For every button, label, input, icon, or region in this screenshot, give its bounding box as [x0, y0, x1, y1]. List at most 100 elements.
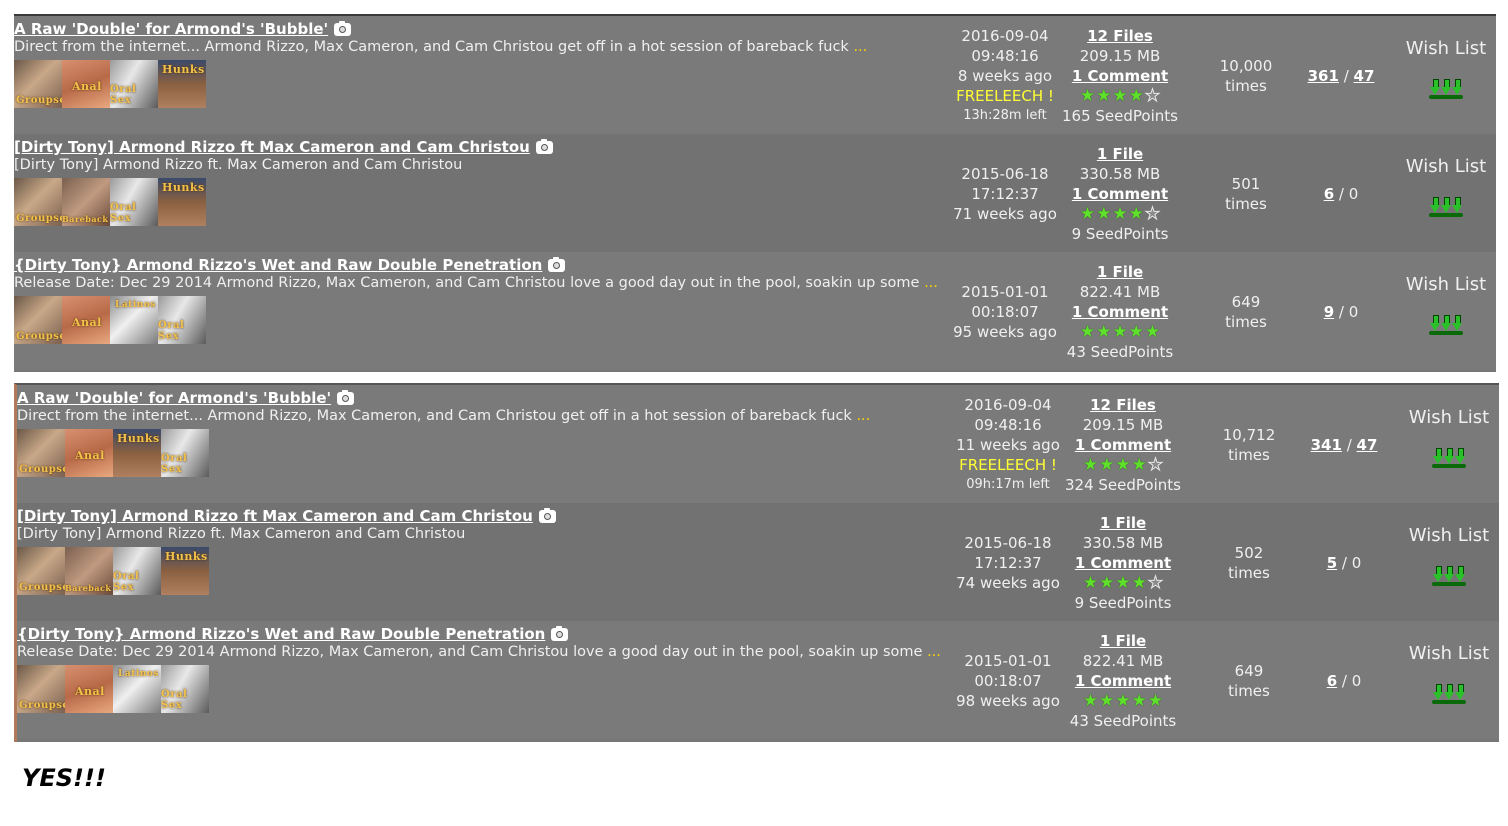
camera-icon[interactable]: [337, 390, 355, 405]
download-icon[interactable]: [1429, 77, 1463, 99]
comments-link[interactable]: 1 Comment: [1064, 671, 1182, 691]
camera-icon[interactable]: [548, 257, 566, 272]
oral-sex-tag-icon[interactable]: Oral Sex: [113, 547, 161, 595]
torrent-title-link[interactable]: {Dirty Tony} Armond Rizzo's Wet and Raw …: [17, 625, 545, 643]
freeleech-time-left: 09h:17m left: [966, 477, 1050, 492]
rating-stars: ★ ★ ★ ★ ★: [1061, 204, 1179, 225]
star-icon: ★: [1079, 86, 1096, 106]
upload-age: 8 weeks ago: [957, 67, 1053, 85]
snatched-unit: times: [1225, 195, 1267, 213]
tag-label: Groupsex: [16, 331, 62, 342]
seedpoints: 43 SeedPoints: [1066, 343, 1174, 361]
snatched-number: 10,000: [1219, 57, 1273, 75]
torrent-title-link[interactable]: [Dirty Tony] Armond Rizzo ft Max Cameron…: [14, 138, 530, 156]
hunks-tag-icon[interactable]: Hunks: [158, 60, 206, 108]
hunks-tag-icon[interactable]: Hunks: [158, 178, 206, 226]
hunks-tag-icon[interactable]: Hunks: [161, 547, 209, 595]
leechers-link[interactable]: 47: [1357, 436, 1378, 454]
star-icon: ★: [1099, 455, 1115, 475]
oral-sex-tag-icon[interactable]: Oral Sex: [110, 178, 158, 226]
download-icon[interactable]: [1432, 564, 1466, 586]
upload-time: 00:18:07: [971, 303, 1039, 321]
seeders-link[interactable]: 6: [1324, 185, 1334, 203]
download-icon[interactable]: [1432, 682, 1466, 704]
upload-time: 09:48:16: [974, 416, 1042, 434]
wishlist-button[interactable]: Wish List: [1386, 274, 1506, 295]
seeders-link[interactable]: 9: [1324, 303, 1334, 321]
groupsex-tag-icon[interactable]: Groupsex: [17, 547, 65, 595]
latinos-tag-icon[interactable]: Latinos: [113, 665, 161, 713]
category-tags: Groupsex Anal LatinosOral Sex: [14, 296, 206, 344]
seeders-link[interactable]: 6: [1327, 672, 1337, 690]
more-ellipsis-link[interactable]: ...: [927, 644, 941, 660]
torrent-description: [Dirty Tony] Armond Rizzo ft. Max Camero…: [14, 157, 462, 173]
files-info: 1 File 822.41 MB 1 Comment ★ ★ ★ ★ ★ 43 SeedPoin…: [1064, 631, 1182, 731]
download-icon[interactable]: [1432, 446, 1466, 468]
comments-link[interactable]: 1 Comment: [1061, 302, 1179, 322]
torrent-title-link[interactable]: [Dirty Tony] Armond Rizzo ft Max Cameron…: [17, 507, 533, 525]
comments-link[interactable]: 1 Comment: [1064, 435, 1182, 455]
wishlist-button[interactable]: Wish List: [1386, 156, 1506, 177]
oral-sex-tag-icon[interactable]: Oral Sex: [110, 60, 158, 108]
files-link[interactable]: 1 File: [1064, 513, 1182, 533]
oral-sex-tag-icon[interactable]: Oral Sex: [161, 429, 209, 477]
groupsex-tag-icon[interactable]: Groupsex: [14, 178, 62, 226]
anal-tag-icon[interactable]: Anal: [62, 60, 110, 108]
oral-sex-tag-icon[interactable]: Oral Sex: [158, 296, 206, 344]
bareback-tag-icon[interactable]: Bareback: [65, 547, 113, 595]
comments-link[interactable]: 1 Comment: [1061, 184, 1179, 204]
download-icon[interactable]: [1429, 195, 1463, 217]
title-line: {Dirty Tony} Armond Rizzo's Wet and Raw …: [14, 255, 566, 274]
groupsex-tag-icon[interactable]: Groupsex: [14, 296, 62, 344]
latinos-tag-icon[interactable]: Latinos: [110, 296, 158, 344]
files-link[interactable]: 1 File: [1061, 144, 1179, 164]
seeders-link[interactable]: 341: [1311, 436, 1342, 454]
leechers-link[interactable]: 0: [1352, 672, 1362, 690]
tag-label: Groupsex: [19, 700, 65, 711]
camera-icon[interactable]: [551, 626, 569, 641]
hunks-tag-icon[interactable]: Hunks: [113, 429, 161, 477]
torrent-description: [Dirty Tony] Armond Rizzo ft. Max Camero…: [17, 526, 465, 542]
seeders-link[interactable]: 5: [1327, 554, 1337, 572]
tag-label: Anal: [75, 685, 105, 698]
wishlist-button[interactable]: Wish List: [1386, 38, 1506, 59]
torrent-row: [Dirty Tony] Armond Rizzo ft Max Cameron…: [14, 134, 1496, 252]
groupsex-tag-icon[interactable]: Groupsex: [17, 665, 65, 713]
upload-info: 2016-09-04 09:48:16 11 weeks ago FREELEECH …: [952, 395, 1064, 495]
camera-icon[interactable]: [535, 139, 553, 154]
comments-link[interactable]: 1 Comment: [1064, 553, 1182, 573]
files-link[interactable]: 1 File: [1061, 262, 1179, 282]
files-link[interactable]: 12 Files: [1061, 26, 1179, 46]
download-icon[interactable]: [1429, 313, 1463, 335]
anal-tag-icon[interactable]: Anal: [62, 296, 110, 344]
more-ellipsis-link[interactable]: ...: [856, 408, 870, 424]
camera-icon[interactable]: [334, 21, 352, 36]
peers-separator: /: [1338, 185, 1344, 203]
camera-icon[interactable]: [538, 508, 556, 523]
more-ellipsis-link[interactable]: ...: [853, 39, 867, 55]
anal-tag-icon[interactable]: Anal: [65, 429, 113, 477]
files-link[interactable]: 12 Files: [1064, 395, 1182, 415]
leechers-link[interactable]: 0: [1349, 185, 1359, 203]
wishlist-button[interactable]: Wish List: [1389, 643, 1508, 664]
bareback-tag-icon[interactable]: Bareback: [62, 178, 110, 226]
more-ellipsis-link[interactable]: ...: [924, 275, 938, 291]
anal-tag-icon[interactable]: Anal: [65, 665, 113, 713]
files-link[interactable]: 1 File: [1064, 631, 1182, 651]
leechers-link[interactable]: 0: [1349, 303, 1359, 321]
torrent-title-link[interactable]: A Raw 'Double' for Armond's 'Bubble': [17, 389, 331, 407]
rating-stars: ★ ★ ★ ★ ★: [1064, 455, 1182, 476]
seeders-link[interactable]: 361: [1308, 67, 1339, 85]
wishlist-button[interactable]: Wish List: [1389, 407, 1508, 428]
leechers-link[interactable]: 0: [1352, 554, 1362, 572]
oral-sex-tag-icon[interactable]: Oral Sex: [161, 665, 209, 713]
leechers-link[interactable]: 47: [1354, 67, 1375, 85]
star-icon: ★: [1144, 86, 1161, 107]
torrent-title-link[interactable]: A Raw 'Double' for Armond's 'Bubble': [14, 20, 328, 38]
torrent-title-link[interactable]: {Dirty Tony} Armond Rizzo's Wet and Raw …: [14, 256, 542, 274]
comments-link[interactable]: 1 Comment: [1061, 66, 1179, 86]
wishlist-button[interactable]: Wish List: [1389, 525, 1508, 546]
groupsex-tag-icon[interactable]: Groupsex: [14, 60, 62, 108]
groupsex-tag-icon[interactable]: Groupsex: [17, 429, 65, 477]
star-icon: ★: [1096, 204, 1112, 224]
